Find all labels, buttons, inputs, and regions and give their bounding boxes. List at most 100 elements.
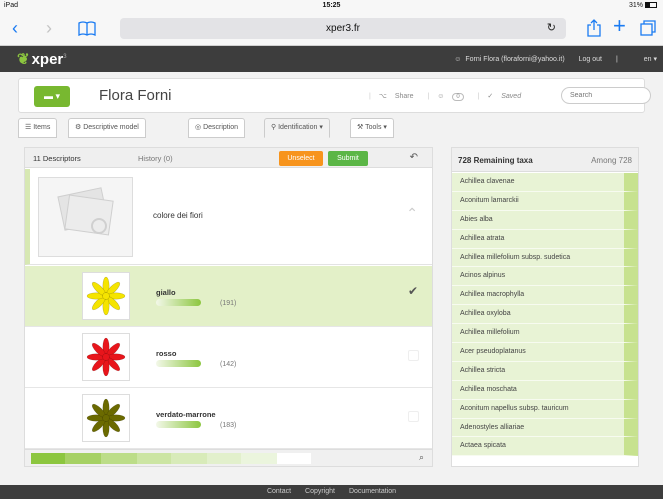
search-icon: ⚲ xyxy=(271,124,277,131)
descriptor-image-placeholder xyxy=(38,177,133,257)
new-tab-icon[interactable]: + xyxy=(613,15,626,37)
contact-link[interactable]: Contact xyxy=(267,488,291,495)
remaining-taxa-count: 728 Remaining taxa xyxy=(458,156,533,165)
tabs-icon[interactable] xyxy=(640,20,656,40)
tab-tools[interactable]: ⚒ Tools ▾ xyxy=(350,118,394,138)
submit-button[interactable]: Submit xyxy=(328,151,368,166)
progress-segment xyxy=(207,453,241,464)
bookmarks-icon[interactable] xyxy=(78,20,96,40)
taxon-item[interactable]: Achillea millefolium subsp. sudetica xyxy=(452,248,638,268)
project-actions: | ⌥ Share | ☺ 0 | ✓ Saved xyxy=(369,93,522,101)
list-icon: ☰ xyxy=(25,124,32,131)
folder-icon: ▬ xyxy=(43,91,53,101)
taxon-item[interactable]: Achillea atrata xyxy=(452,229,638,249)
descriptor-name: colore dei fiori xyxy=(153,211,203,220)
state-name: verdato-marrone xyxy=(156,410,216,419)
logout-link[interactable]: Log out xyxy=(579,56,602,63)
state-count: (183) xyxy=(220,422,237,429)
taxon-item[interactable]: Adenostyles alliariae xyxy=(452,418,638,438)
progress-segment xyxy=(65,453,101,464)
taxon-item[interactable]: Aconitum napellus subsp. tauricum xyxy=(452,399,638,419)
battery-icon xyxy=(645,2,657,8)
progress-segment xyxy=(171,453,207,464)
checkmark-icon[interactable]: ✔ xyxy=(408,284,418,298)
forward-icon[interactable]: › xyxy=(46,18,52,38)
divider: | xyxy=(615,56,618,63)
project-bar: ▬ ▾ Flora Forni | ⌥ Share | ☺ 0 | ✓ Save… xyxy=(18,78,651,113)
state-row[interactable]: verdato-marrone (183) xyxy=(25,388,432,449)
members-button[interactable]: ☺ 0 xyxy=(437,93,469,101)
tab-descriptors[interactable]: 11 Descriptors xyxy=(33,154,81,163)
taxon-item[interactable]: Acer pseudoplatanus xyxy=(452,343,638,362)
taxon-item[interactable]: Actaea spicata xyxy=(452,437,638,457)
tab-history[interactable]: History (0) xyxy=(138,154,173,163)
taxa-panel-header: 728 Remaining taxa Among 728 xyxy=(452,148,638,172)
browser-toolbar: ‹ › xper3.fr ↻ + xyxy=(0,12,663,46)
address-bar[interactable]: xper3.fr ↻ xyxy=(120,18,566,39)
state-checkbox[interactable] xyxy=(408,411,419,422)
taxon-item[interactable]: Achillea stricta xyxy=(452,361,638,381)
copyright-link[interactable]: Copyright xyxy=(305,488,335,495)
saved-status: ✓ Saved xyxy=(487,93,522,100)
progress-segment xyxy=(241,453,277,464)
descriptor-row[interactable]: colore dei fiori ⌃ xyxy=(25,169,432,265)
state-count: (191) xyxy=(220,300,237,307)
xper-logo[interactable]: ❦ xper3 xyxy=(17,50,67,68)
undo-icon[interactable]: ↶ xyxy=(410,152,418,163)
language-select[interactable]: en ▾ xyxy=(632,56,657,63)
state-checkbox[interactable] xyxy=(408,350,419,361)
battery-indicator: 31% xyxy=(629,2,657,9)
taxon-item[interactable]: Acinos alpinus xyxy=(452,267,638,287)
tab-description[interactable]: ◎ Description xyxy=(188,118,246,138)
taxon-item[interactable]: Abies alba xyxy=(452,210,638,230)
progress-segment xyxy=(31,453,65,464)
user-bar: ☺ Forni Flora (floraforni@yahoo.it) Log … xyxy=(442,55,657,63)
documentation-link[interactable]: Documentation xyxy=(349,488,396,495)
reload-icon[interactable]: ↻ xyxy=(547,18,556,39)
progress-segment xyxy=(137,453,171,464)
taxon-item[interactable]: Aconitum lamarckii xyxy=(452,191,638,211)
share-button[interactable]: ⌥ Share xyxy=(379,93,420,100)
tab-descriptive-model[interactable]: ⚙ Descriptive model xyxy=(68,118,146,138)
taxon-item[interactable]: Achillea clavenae xyxy=(452,173,638,192)
flower-icon xyxy=(86,337,126,377)
members-icon: ☺ xyxy=(437,93,445,100)
taxon-item[interactable]: Achillea millefolium xyxy=(452,324,638,344)
descriptors-progress-strip: ⌕ xyxy=(25,449,432,466)
magnifier-icon[interactable]: ⌕ xyxy=(419,452,424,463)
taxon-item[interactable]: Achillea moschata xyxy=(452,380,638,400)
state-name: giallo xyxy=(156,288,176,297)
share-icon[interactable] xyxy=(587,19,601,41)
taxon-item[interactable]: Achillea oxyloba xyxy=(452,305,638,325)
tab-identification[interactable]: ⚲ Identification ▾ xyxy=(264,118,330,138)
back-icon[interactable]: ‹ xyxy=(12,18,18,38)
state-count: (142) xyxy=(220,361,237,368)
taxa-panel: 728 Remaining taxa Among 728 Achillea cl… xyxy=(451,147,639,467)
among-taxa-count: Among 728 xyxy=(591,156,632,165)
chevron-up-icon[interactable]: ⌃ xyxy=(406,205,418,222)
tab-bar: ☰ Items ⚙ Descriptive model ◎ Descriptio… xyxy=(18,118,645,138)
user-name[interactable]: Forni Flora (floraforni@yahoo.it) xyxy=(465,56,564,63)
flower-icon xyxy=(86,398,126,438)
unselect-button[interactable]: Unselect xyxy=(279,151,323,166)
app-header: ❦ xper3 ☺ Forni Flora (floraforni@yahoo.i… xyxy=(0,46,663,72)
flower-icon xyxy=(86,276,126,316)
state-row[interactable]: rosso (142) xyxy=(25,327,432,388)
descriptors-panel: 11 Descriptors History (0) Unselect Subm… xyxy=(24,147,433,467)
state-name: rosso xyxy=(156,349,177,358)
chat-icon: ◎ xyxy=(195,124,202,131)
taxon-item[interactable]: Achillea macrophylla xyxy=(452,286,638,306)
taxa-list: Achillea clavenae Aconitum lamarckii Abies… xyxy=(452,173,638,457)
share-icon: ⌥ xyxy=(378,93,387,100)
search-input[interactable] xyxy=(561,87,651,104)
folder-menu-button[interactable]: ▬ ▾ xyxy=(34,86,70,107)
state-row[interactable]: giallo (191) ✔ xyxy=(25,266,432,327)
user-icon: ☺ xyxy=(454,56,462,63)
photos-icon xyxy=(57,187,114,236)
page-footer: Contact Copyright Documentation xyxy=(0,485,663,499)
wrench-icon: ⚒ xyxy=(357,124,364,131)
tab-items[interactable]: ☰ Items xyxy=(18,118,58,138)
gear-icon: ⚙ xyxy=(75,124,82,131)
state-frequency-bar xyxy=(156,360,201,367)
state-frequency-bar xyxy=(156,299,201,306)
